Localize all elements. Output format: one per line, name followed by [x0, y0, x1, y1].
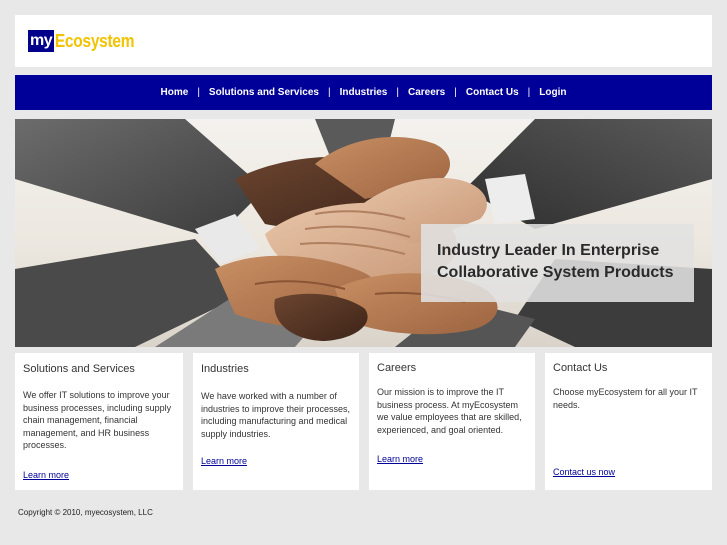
- nav-industries[interactable]: Industries: [340, 87, 388, 98]
- learn-more-link[interactable]: Learn more: [377, 454, 423, 464]
- card-solutions-and-services: Solutions and Services We offer IT solut…: [15, 353, 183, 490]
- nav-separator: |: [527, 87, 531, 98]
- hero-headline-line-1: Industry Leader In Enterprise: [437, 242, 660, 259]
- site-header: my Ecosystem: [15, 15, 712, 67]
- main-nav: Home | Solutions and Services | Industri…: [15, 75, 712, 110]
- card-body: Our mission is to improve the IT busines…: [377, 387, 522, 435]
- learn-more-link[interactable]: Learn more: [201, 456, 247, 466]
- card-contact-us: Contact Us Choose myEcosystem for all yo…: [545, 353, 712, 490]
- logo-ecosystem-text: Ecosystem: [54, 31, 135, 51]
- nav-separator: |: [197, 87, 200, 98]
- card-body: We offer IT solutions to improve your bu…: [23, 390, 172, 450]
- contact-us-now-link[interactable]: Contact us now: [553, 467, 615, 477]
- card-industries: Industries We have worked with a number …: [193, 353, 359, 490]
- hero-caption-box: Industry Leader In Enterprise Collaborat…: [421, 224, 694, 302]
- copyright-text: Copyright © 2010, myecosystem, LLC: [18, 508, 153, 517]
- nav-separator: |: [327, 87, 331, 98]
- card-body: We have worked with a number of industri…: [201, 391, 351, 439]
- card-title: Contact Us: [553, 362, 608, 374]
- logo-my-text: my: [28, 30, 55, 52]
- card-title: Careers: [377, 362, 417, 374]
- nav-login[interactable]: Login: [539, 87, 566, 98]
- nav-separator: |: [454, 87, 457, 98]
- card-title: Solutions and Services: [23, 363, 135, 375]
- nav-separator: |: [396, 87, 399, 98]
- learn-more-link[interactable]: Learn more: [23, 470, 69, 480]
- hero-headline-line-2: Collaborative System Products: [437, 264, 674, 281]
- nav-home[interactable]: Home: [161, 87, 189, 98]
- hero-banner: Industry Leader In Enterprise Collaborat…: [15, 119, 712, 347]
- nav-contact-us[interactable]: Contact Us: [466, 87, 519, 98]
- nav-solutions-and-services[interactable]: Solutions and Services: [209, 87, 319, 98]
- card-title: Industries: [201, 363, 249, 375]
- site-logo[interactable]: my Ecosystem: [28, 30, 147, 52]
- card-careers: Careers Our mission is to improve the IT…: [369, 353, 535, 490]
- card-body: Choose myEcosystem for all your IT needs…: [553, 387, 698, 410]
- nav-careers[interactable]: Careers: [408, 87, 445, 98]
